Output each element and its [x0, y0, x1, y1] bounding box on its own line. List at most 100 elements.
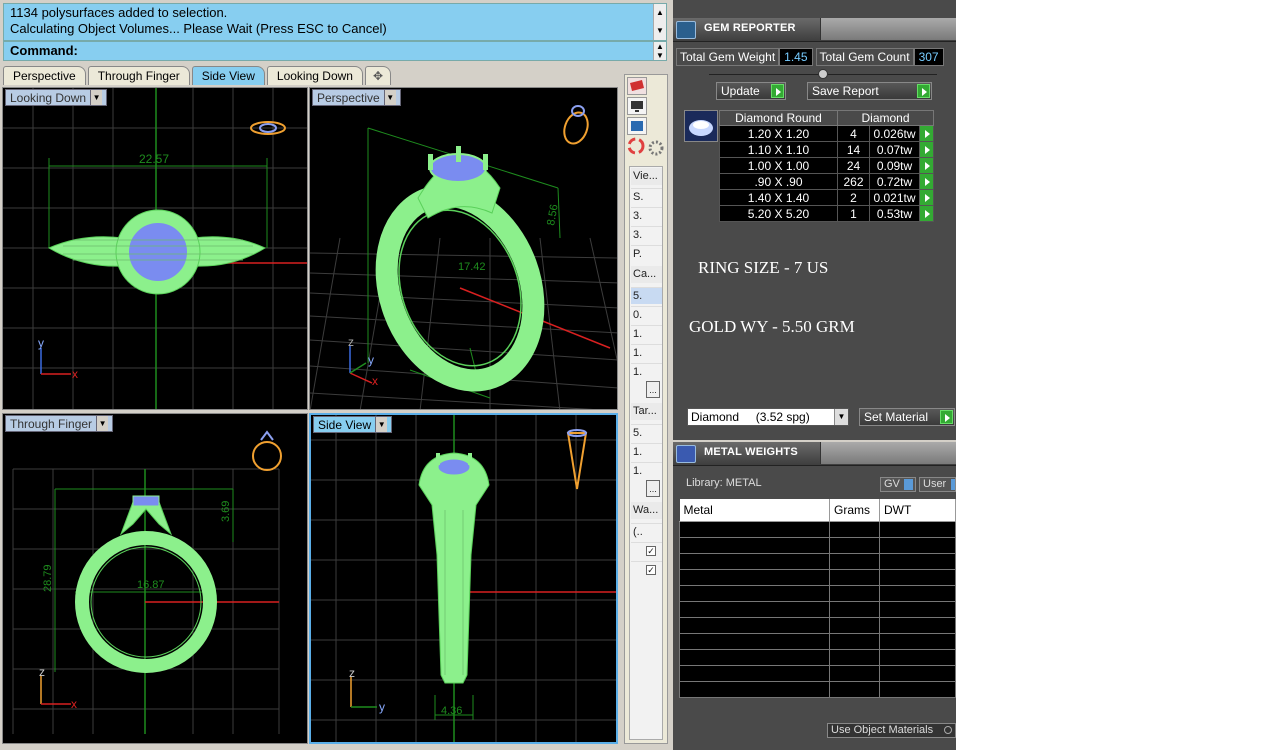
property-row[interactable]: 1.	[631, 462, 662, 479]
viewport-label-looking-down[interactable]: Looking Down ▼	[5, 89, 108, 106]
radio-button[interactable]	[944, 726, 952, 734]
column-header: Metal	[679, 499, 830, 522]
table-row: 5.20 X 5.20 1 0.53tw	[719, 205, 934, 222]
gem-table: Diamond Round Diamond 1.20 X 1.20 4 0.026t…	[719, 110, 934, 222]
ring-size-note: RING SIZE - 7 US	[698, 258, 829, 277]
property-row[interactable]: 3.	[631, 207, 662, 224]
gv-toggle[interactable]: GV	[880, 477, 916, 492]
checkbox-checked[interactable]: ✓	[646, 546, 656, 556]
command-line-scrollbar[interactable]: ▲ ▼	[653, 42, 666, 60]
table-row[interactable]	[679, 664, 956, 682]
toggle-indicator	[951, 479, 955, 490]
property-row[interactable]: (..	[631, 523, 662, 540]
table-row[interactable]	[679, 680, 956, 698]
property-row[interactable]: 3.	[631, 226, 662, 243]
add-tab-button[interactable]: ✥	[364, 66, 391, 85]
property-row[interactable]: 1.	[631, 344, 662, 361]
layers-icon[interactable]	[627, 77, 647, 95]
metal-weights-header: METAL WEIGHTS	[673, 442, 956, 466]
select-gems-button[interactable]	[919, 189, 934, 206]
table-row[interactable]	[679, 520, 956, 538]
axis-y-label: y	[379, 700, 385, 714]
gem-count: 262	[837, 173, 870, 190]
more-button[interactable]: ...	[646, 480, 660, 497]
viewport-looking-down[interactable]: 22.57 y x Looking Down ▼	[2, 87, 308, 410]
command-history-line: Calculating Object Volumes... Please Wai…	[10, 21, 387, 36]
material-select[interactable]: Diamond (3.52 spg) ▼	[687, 408, 849, 426]
select-gems-button[interactable]	[919, 125, 934, 142]
gem-weight: 0.021tw	[869, 189, 920, 206]
tab-looking-down[interactable]: Looking Down	[266, 66, 363, 85]
table-row[interactable]	[679, 648, 956, 666]
gv-label: GV	[884, 478, 900, 490]
property-row[interactable]: 0.	[631, 306, 662, 323]
tab-through-finger[interactable]: Through Finger	[87, 66, 190, 85]
tab-perspective[interactable]: Perspective	[3, 66, 86, 85]
gem-reporter-icon	[676, 21, 696, 39]
axis-y-label: y	[38, 336, 44, 350]
property-row[interactable]: 1.	[631, 363, 662, 380]
table-row[interactable]	[679, 600, 956, 618]
use-object-materials-option[interactable]: Use Object Materials	[827, 723, 956, 738]
property-row[interactable]: 1.	[631, 443, 662, 460]
command-line[interactable]: Command: ▲ ▼	[3, 41, 667, 61]
select-gems-button[interactable]	[919, 205, 934, 222]
table-row[interactable]	[679, 536, 956, 554]
slider-handle[interactable]	[818, 69, 828, 79]
metal-table: Metal Grams DWT	[679, 499, 956, 698]
property-row[interactable]: S.	[631, 188, 662, 205]
select-gems-button[interactable]	[919, 173, 934, 190]
property-row[interactable]: 5.	[631, 287, 662, 304]
property-row[interactable]: 1.	[631, 325, 662, 342]
table-row[interactable]	[679, 584, 956, 602]
gold-weight-note: GOLD WY - 5.50 GRM	[689, 317, 855, 336]
gem-count: 2	[837, 189, 870, 206]
viewport-through-finger[interactable]: 16.87 28.79 3.69 z x Through Finger ▼	[2, 413, 308, 744]
property-row[interactable]: ✓	[631, 542, 662, 559]
chevron-down-icon[interactable]: ▼	[96, 416, 109, 431]
display-icon[interactable]	[627, 97, 647, 115]
select-gems-button[interactable]	[919, 157, 934, 174]
update-button[interactable]: Update	[716, 82, 786, 100]
total-count-value: 307	[913, 48, 944, 66]
play-icon	[917, 84, 930, 98]
help-icon[interactable]	[627, 117, 647, 135]
color-wheel-icon[interactable]	[627, 137, 647, 155]
viewport-side-view[interactable]: 4.36 z y Side View ▼	[309, 413, 618, 744]
play-icon	[940, 410, 953, 424]
table-row[interactable]	[679, 616, 956, 634]
section-header: Ca...	[631, 266, 662, 283]
viewport-perspective[interactable]: 17.42 8.56 z y x Perspective ▼	[309, 87, 618, 410]
viewport-label-through-finger[interactable]: Through Finger ▼	[5, 415, 114, 432]
axis-z-label: z	[39, 665, 45, 679]
table-row[interactable]	[679, 552, 956, 570]
chevron-down-icon[interactable]: ▼	[834, 409, 848, 425]
table-row[interactable]	[679, 632, 956, 650]
select-gems-button[interactable]	[919, 141, 934, 158]
tab-side-view[interactable]: Side View	[191, 66, 265, 85]
property-row[interactable]: P.	[631, 245, 662, 262]
checkbox-checked[interactable]: ✓	[646, 565, 656, 575]
axis-y-label: y	[368, 353, 374, 367]
library-label: Library: METAL	[686, 477, 762, 489]
update-label: Update	[721, 84, 760, 98]
viewport-label-perspective[interactable]: Perspective ▼	[312, 89, 401, 106]
chevron-down-icon[interactable]: ▼	[90, 90, 103, 105]
table-row: 1.40 X 1.40 2 0.021tw	[719, 189, 934, 206]
gear-icon[interactable]	[647, 139, 667, 157]
chevron-down-icon[interactable]: ▼	[375, 417, 388, 432]
save-report-button[interactable]: Save Report	[807, 82, 932, 100]
viewport-label-side-view[interactable]: Side View ▼	[313, 416, 393, 433]
panel-title: METAL WEIGHTS	[704, 446, 798, 458]
set-material-button[interactable]: Set Material	[859, 408, 955, 426]
command-history-scrollbar[interactable]: ▲ ▼	[653, 4, 666, 40]
command-history-line: 1134 polysurfaces added to selection.	[10, 5, 228, 20]
chevron-down-icon[interactable]: ▼	[383, 90, 396, 105]
play-icon	[771, 84, 784, 98]
property-row[interactable]: ✓	[631, 561, 662, 578]
property-row[interactable]: 5.	[631, 424, 662, 441]
table-row[interactable]	[679, 568, 956, 586]
more-button[interactable]: ...	[646, 381, 660, 398]
gem-count: 1	[837, 205, 870, 222]
user-toggle[interactable]: User	[919, 477, 956, 492]
